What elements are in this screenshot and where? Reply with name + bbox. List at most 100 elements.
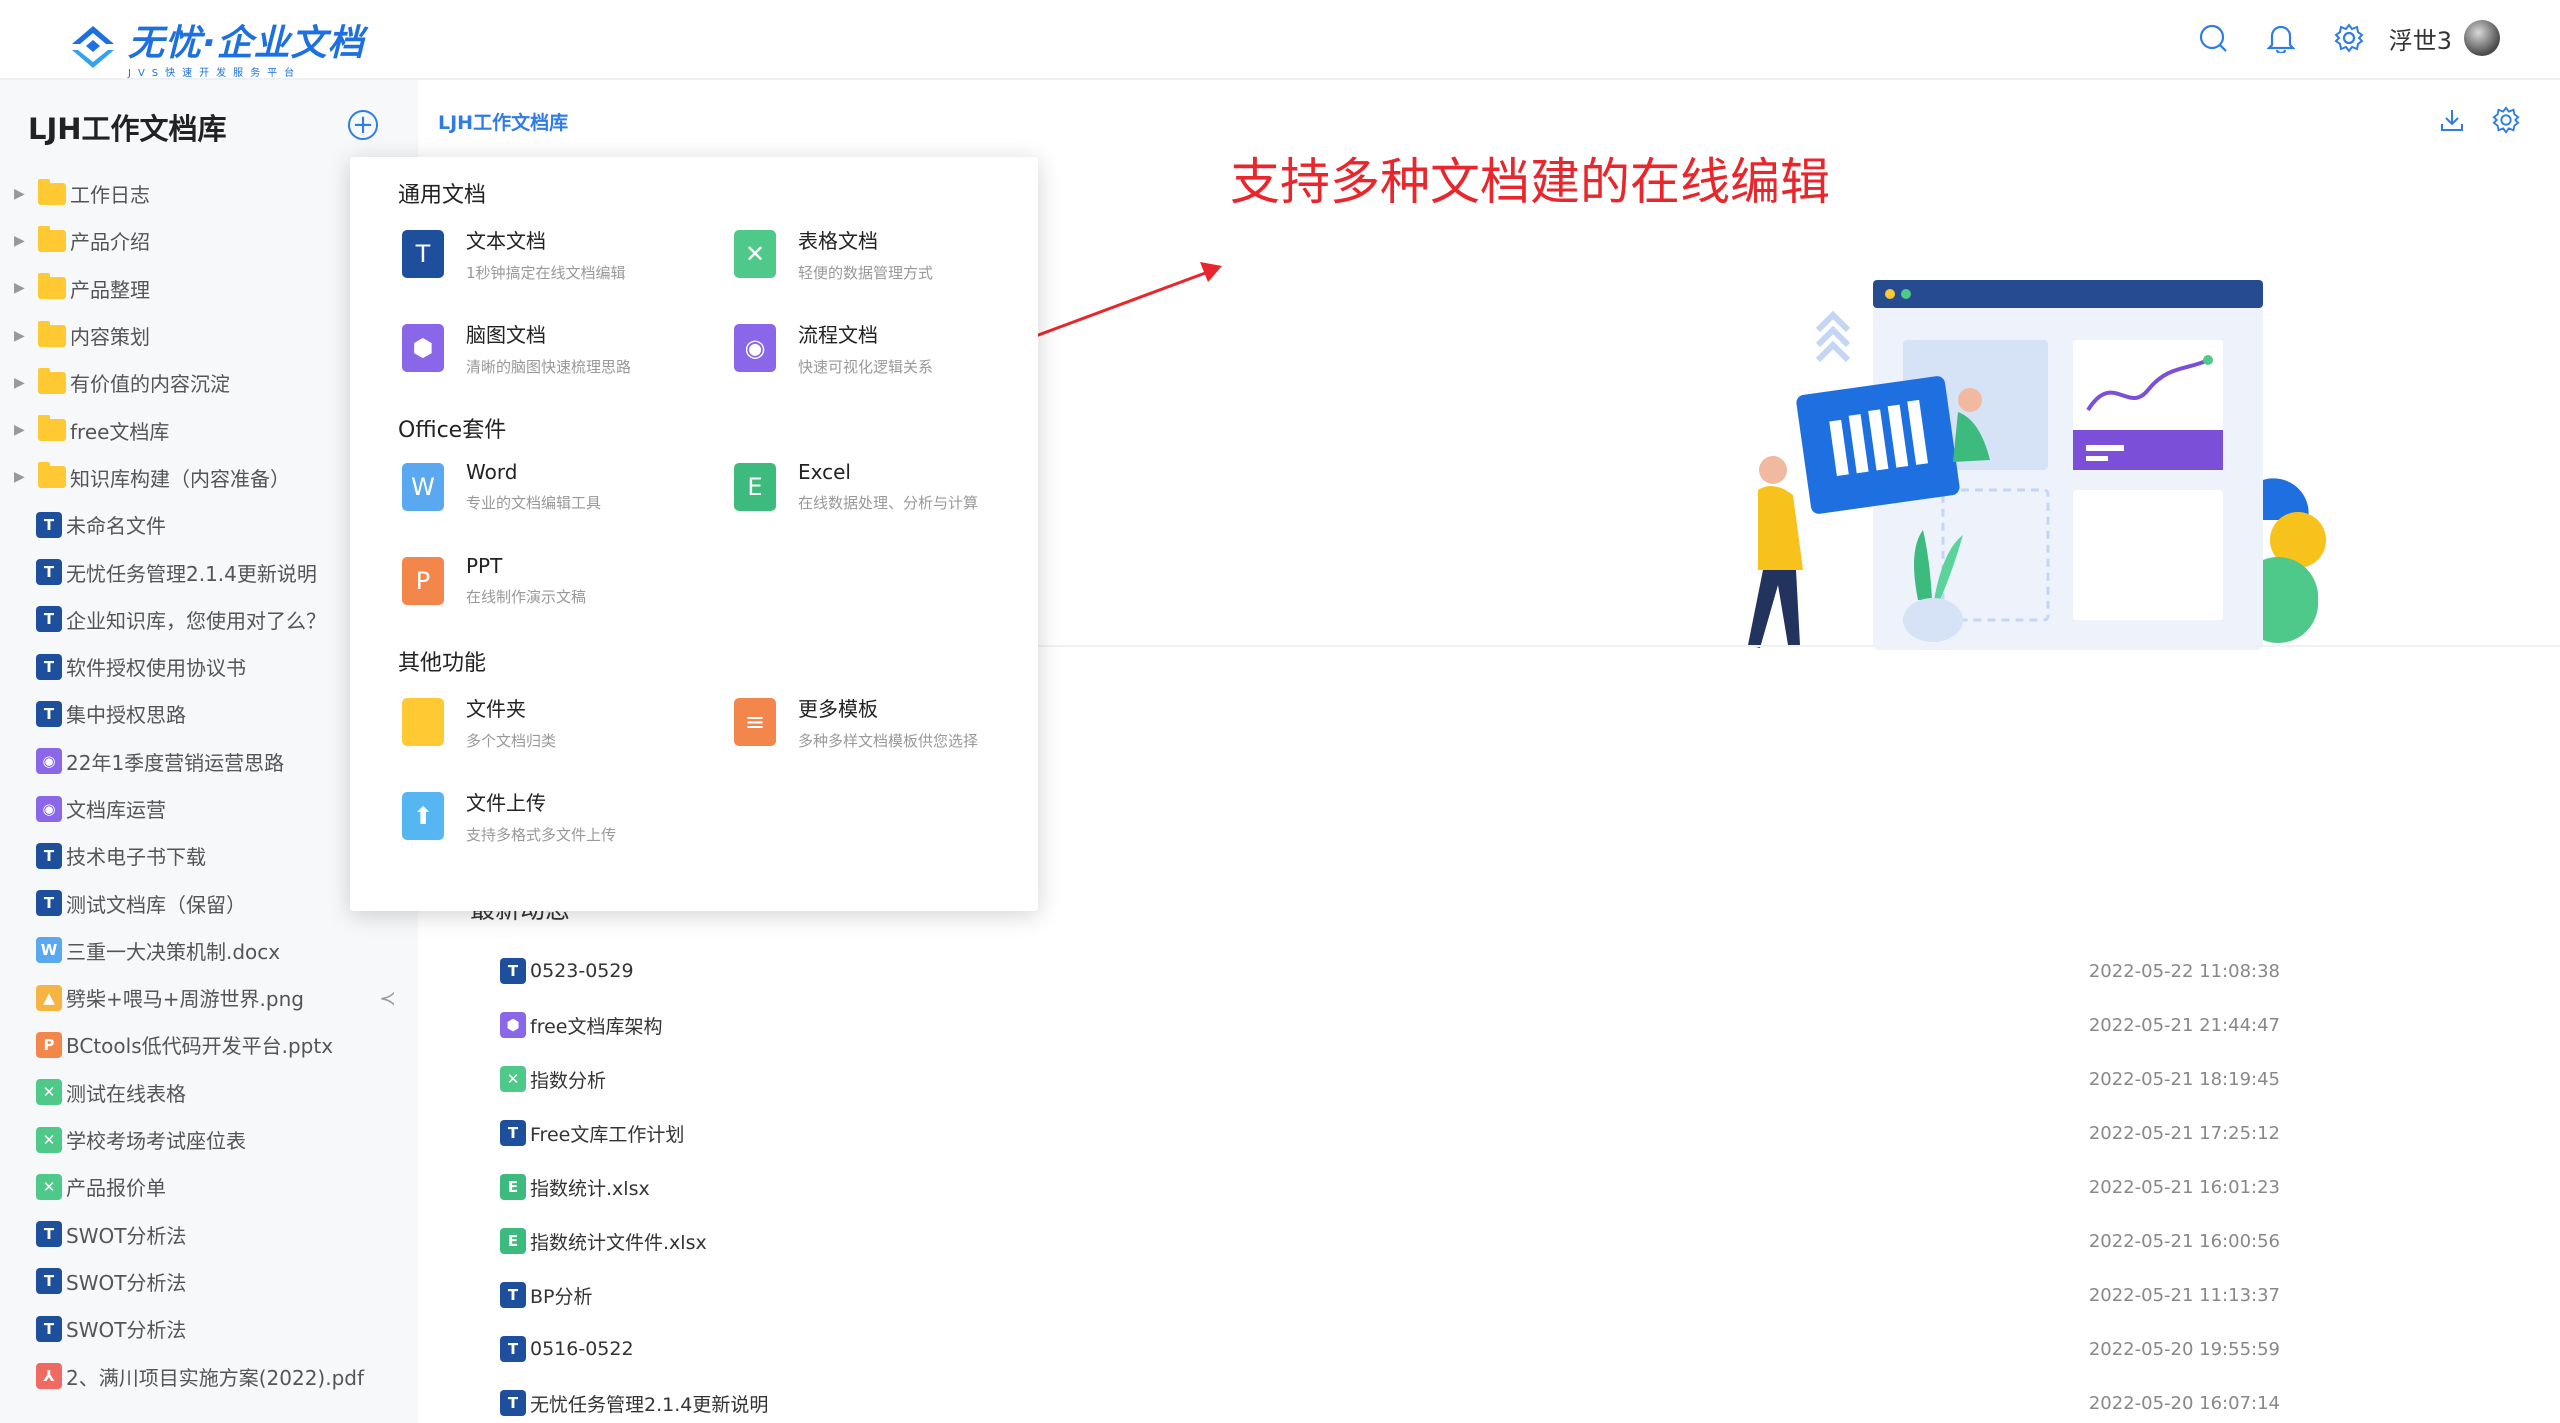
add-document-button[interactable]: +: [348, 110, 378, 140]
activity-list: T 0523-0529 2022-05-22 11:08:38 ⬢ free文档库架构 2…: [500, 944, 2280, 1423]
template-icon: ≡: [734, 698, 776, 746]
avatar[interactable]: [2464, 20, 2500, 56]
tree-item-label: 有价值的内容沉淀: [70, 372, 230, 397]
bell-icon[interactable]: [2263, 20, 2299, 56]
tree-item-label: SWOT分析法: [66, 1318, 187, 1343]
activity-name[interactable]: free文档库架构: [530, 1012, 662, 1039]
gear-icon[interactable]: [2331, 20, 2367, 56]
activity-name[interactable]: 0516-0522: [530, 1338, 634, 1360]
option-description: 支持多格式多文件上传: [466, 826, 617, 844]
activity-name[interactable]: 指数统计文件件.xlsx: [530, 1228, 707, 1255]
caret-right-icon[interactable]: ▶: [14, 186, 28, 202]
hero-illustration: [1748, 280, 2326, 650]
breadcrumb[interactable]: LJH工作文档库: [438, 108, 568, 135]
activity-time: 2022-05-22 11:08:38: [2088, 960, 2280, 982]
create-flow-doc-option[interactable]: ◉ 流程文档 快速可视化逻辑关系: [734, 319, 933, 377]
create-upload-option[interactable]: ⬆ 文件上传 支持多格式多文件上传: [402, 787, 616, 845]
option-name: 文件夹: [466, 697, 526, 721]
text-file-icon: T: [36, 606, 62, 633]
settings-icon[interactable]: [2492, 106, 2520, 138]
activity-row[interactable]: T Free文库工作计划 2022-05-21 17:25:12: [500, 1106, 2280, 1160]
option-description: 多种多样文档模板供您选择: [798, 732, 979, 750]
excel-icon: E: [734, 462, 776, 511]
activity-row[interactable]: ✕ 指数分析 2022-05-21 18:19:45: [500, 1052, 2280, 1106]
option-name: Excel: [798, 460, 851, 484]
tree-item-label: 三重一大决策机制.docx: [66, 939, 281, 964]
option-description: 在线制作演示文稿: [466, 588, 587, 606]
caret-right-icon[interactable]: ▶: [14, 469, 28, 485]
sheet-doc-icon: ✕: [734, 230, 776, 278]
activity-time: 2022-05-21 16:00:56: [2088, 1230, 2280, 1252]
tree-file[interactable]: ▶TSWOT分析法: [0, 1305, 418, 1352]
create-ppt-option[interactable]: P PPT 在线制作演示文稿: [402, 554, 586, 607]
brand-tagline: JVS快速开发服务平台: [128, 68, 302, 79]
caret-right-icon[interactable]: ▶: [14, 233, 28, 249]
text-file-icon: T: [36, 700, 62, 727]
tree-file[interactable]: ▶PBCtools低代码开发平台.pptx: [0, 1021, 418, 1068]
option-name: 文本文档: [466, 229, 546, 253]
file-type-icon: ⬢: [500, 1012, 526, 1038]
share-icon[interactable]: ≺: [379, 986, 396, 1010]
activity-row[interactable]: E 指数统计.xlsx 2022-05-21 16:01:23: [500, 1160, 2280, 1214]
word-icon: W: [402, 462, 444, 511]
download-icon[interactable]: [2438, 106, 2466, 138]
ppt-file-icon: P: [36, 1031, 62, 1058]
tree-file[interactable]: ▶✕学校考场考试座位表: [0, 1116, 418, 1163]
folder-icon: [38, 462, 66, 489]
activity-name[interactable]: Free文库工作计划: [530, 1120, 684, 1147]
create-sheet-doc-option[interactable]: ✕ 表格文档 轻便的数据管理方式: [734, 225, 933, 283]
text-file-icon: T: [36, 559, 62, 586]
activity-row[interactable]: T 0516-0522 2022-05-20 19:55:59: [500, 1322, 2280, 1376]
create-template-option[interactable]: ≡ 更多模板 多种多样文档模板供您选择: [734, 693, 978, 751]
caret-right-icon[interactable]: ▶: [14, 422, 28, 438]
tree-item-label: 企业知识库，您使用对了么？: [66, 608, 326, 633]
pdf-file-icon: ⅄: [36, 1363, 62, 1390]
create-excel-option[interactable]: E Excel 在线数据处理、分析与计算: [734, 460, 978, 513]
username[interactable]: 浮世3: [2389, 21, 2452, 56]
tree-item-label: 产品介绍: [70, 230, 150, 255]
tree-item-label: 软件授权使用协议书: [66, 656, 246, 681]
tree-file[interactable]: ▶TSWOT分析法: [0, 1258, 418, 1305]
create-text-doc-option[interactable]: T 文本文档 1秒钟搞定在线文档编辑: [402, 225, 626, 283]
activity-row[interactable]: T BP分析 2022-05-21 11:13:37: [500, 1268, 2280, 1322]
brand-logo[interactable]: 无忧·企业文档 JVS快速开发服务平台: [68, 14, 365, 79]
activity-name[interactable]: 指数分析: [530, 1066, 606, 1093]
activity-name[interactable]: 指数统计.xlsx: [530, 1174, 650, 1201]
tree-item-label: BCtools低代码开发平台.pptx: [66, 1034, 334, 1059]
tree-item-label: 测试在线表格: [66, 1081, 186, 1106]
tree-file[interactable]: ▶W三重一大决策机制.docx: [0, 927, 418, 974]
tree-file[interactable]: ▶✕测试在线表格: [0, 1069, 418, 1116]
folder-icon: [38, 415, 66, 442]
create-folder-option[interactable]: 文件夹 多个文档归类: [402, 693, 556, 751]
activity-time: 2022-05-21 16:01:23: [2088, 1176, 2280, 1198]
activity-time: 2022-05-20 19:55:59: [2088, 1338, 2280, 1360]
tree-item-label: SWOT分析法: [66, 1270, 187, 1295]
activity-name[interactable]: 0523-0529: [530, 960, 634, 982]
activity-row[interactable]: T 0523-0529 2022-05-22 11:08:38: [500, 944, 2280, 998]
create-mindmap-doc-option[interactable]: ⬢ 脑图文档 清晰的脑图快速梳理思路: [402, 319, 631, 377]
activity-row[interactable]: E 指数统计文件件.xlsx 2022-05-21 16:00:56: [500, 1214, 2280, 1268]
activity-name[interactable]: BP分析: [530, 1282, 593, 1309]
tree-file[interactable]: ▶TSWOT分析法: [0, 1211, 418, 1258]
file-type-icon: T: [500, 1390, 526, 1416]
caret-right-icon[interactable]: ▶: [14, 375, 28, 391]
activity-row[interactable]: T 无忧任务管理2.1.4更新说明 2022-05-20 16:07:14: [500, 1376, 2280, 1423]
activity-time: 2022-05-21 11:13:37: [2088, 1284, 2280, 1306]
tree-file[interactable]: ▶✕产品报价单: [0, 1163, 418, 1210]
tree-item-label: 测试文档库（保留）: [66, 892, 246, 917]
tree-file[interactable]: ▶▲劈柴+喂马+周游世界.png≺: [0, 974, 418, 1021]
search-icon[interactable]: [2195, 20, 2231, 56]
caret-right-icon[interactable]: ▶: [14, 280, 28, 296]
tree-file[interactable]: ▶⅄2、满川项目实施方案(2022).pdf: [0, 1352, 418, 1399]
brand-name: 无忧·企业文档: [128, 23, 365, 64]
upload-icon: ⬆: [402, 792, 444, 840]
text-file-icon: T: [36, 511, 62, 538]
activity-name[interactable]: 无忧任务管理2.1.4更新说明: [530, 1390, 768, 1417]
text-file-icon: T: [36, 1268, 62, 1295]
caret-right-icon[interactable]: ▶: [14, 328, 28, 344]
popup-section-title: Office套件: [398, 418, 507, 443]
option-name: Word: [466, 460, 518, 484]
option-description: 清晰的脑图快速梳理思路: [466, 358, 632, 376]
activity-row[interactable]: ⬢ free文档库架构 2022-05-21 21:44:47: [500, 998, 2280, 1052]
create-word-option[interactable]: W Word 专业的文档编辑工具: [402, 460, 601, 513]
